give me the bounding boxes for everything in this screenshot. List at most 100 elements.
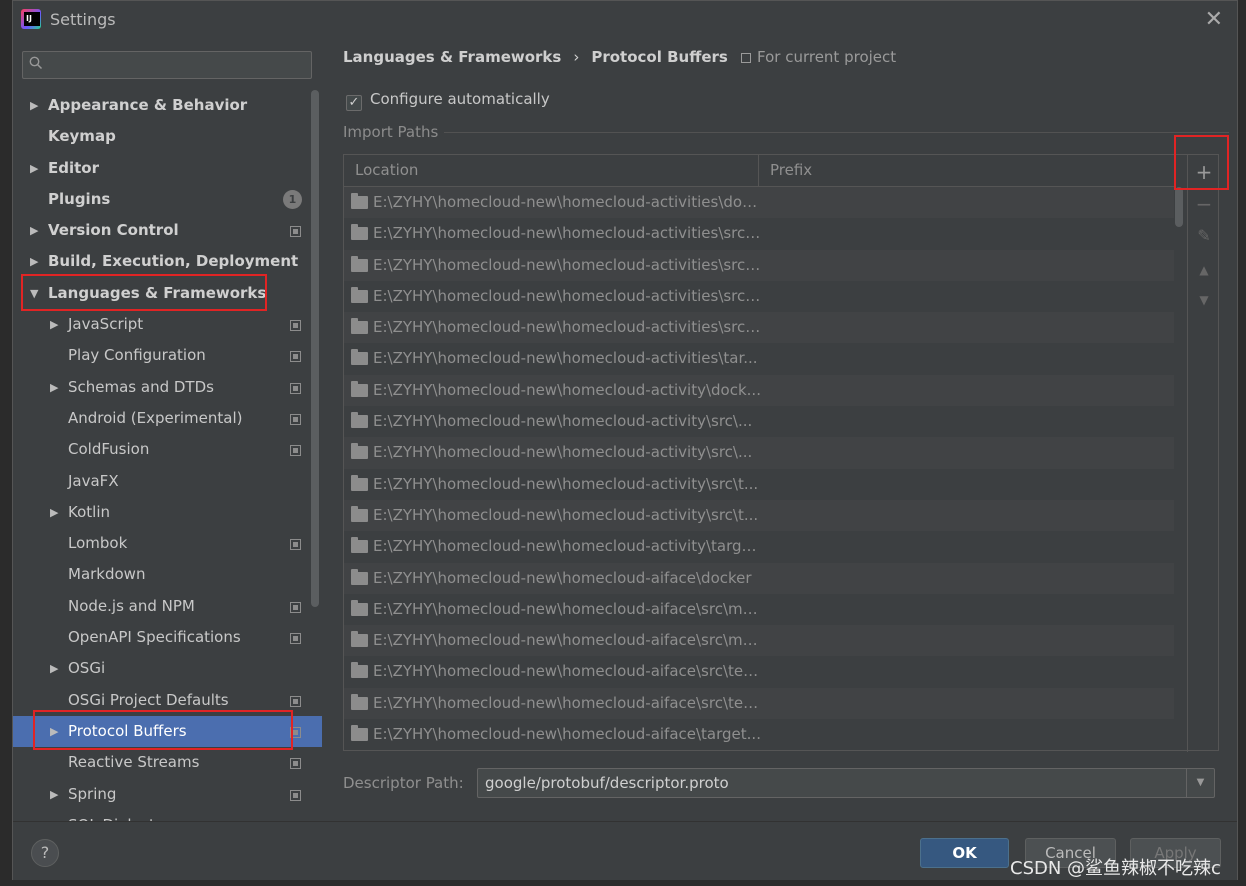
table-row[interactable]: E:\ZYHY\homecloud-new\homecloud-activity…: [344, 468, 1174, 500]
sidebar-scrollbar[interactable]: [311, 90, 319, 607]
intellij-logo-icon: [21, 9, 41, 29]
sidebar-item-lombok[interactable]: Lombok: [13, 528, 322, 559]
column-prefix[interactable]: Prefix: [770, 161, 812, 179]
table-row[interactable]: E:\ZYHY\homecloud-new\homecloud-aiface\s…: [344, 687, 1174, 720]
scope-text: For current project: [757, 48, 897, 66]
table-row[interactable]: E:\ZYHY\homecloud-new\homecloud-activity…: [344, 374, 1174, 407]
chevron-right-icon[interactable]: ▶: [30, 215, 38, 246]
folder-icon: [351, 568, 368, 585]
sidebar-item-kotlin[interactable]: ▶ Kotlin: [13, 497, 322, 528]
move-up-button[interactable]: ▲: [1188, 255, 1220, 285]
section-divider: [444, 132, 1229, 133]
table-row[interactable]: E:\ZYHY\homecloud-new\homecloud-activity…: [344, 406, 1174, 438]
folder-icon: [351, 599, 368, 616]
chevron-right-icon[interactable]: ▶: [50, 309, 58, 340]
sidebar-item-protocol-buffers[interactable]: ▶ Protocol Buffers: [13, 715, 322, 748]
configure-automatically-checkbox[interactable]: ✓: [346, 95, 362, 111]
help-button[interactable]: ?: [31, 839, 59, 867]
folder-icon: [351, 193, 368, 209]
sidebar-item-build-execution-deployment[interactable]: ▶ Build, Execution, Deployment: [13, 246, 322, 277]
table-row[interactable]: E:\ZYHY\homecloud-new\homecloud-activiti…: [344, 280, 1174, 313]
edit-path-button[interactable]: ✎: [1188, 221, 1220, 251]
add-path-button[interactable]: +: [1188, 157, 1220, 187]
sidebar-item-keymap[interactable]: Keymap: [13, 121, 322, 152]
table-row[interactable]: E:\ZYHY\homecloud-new\homecloud-aiface\s…: [344, 656, 1174, 688]
table-scrollbar[interactable]: [1174, 187, 1184, 750]
descriptor-path-input[interactable]: [485, 773, 1175, 793]
sidebar-item-android-experimental[interactable]: Android (Experimental): [13, 403, 322, 434]
sidebar-item-play-configuration[interactable]: Play Configuration: [13, 340, 322, 371]
table-row[interactable]: E:\ZYHY\homecloud-new\homecloud-activiti…: [344, 343, 1174, 375]
table-row[interactable]: E:\ZYHY\homecloud-new\homecloud-activity…: [344, 437, 1174, 469]
sidebar-item-label: Android (Experimental): [68, 408, 243, 427]
folder-icon: [351, 725, 368, 742]
sidebar-item-label: Protocol Buffers: [68, 721, 187, 740]
sidebar-item-label: Markdown: [68, 565, 146, 584]
chevron-right-icon[interactable]: ▶: [50, 716, 58, 747]
sidebar-item-node-js-and-npm[interactable]: Node.js and NPM: [13, 591, 322, 622]
table-row[interactable]: E:\ZYHY\homecloud-new\homecloud-activiti…: [344, 187, 1174, 219]
search-box[interactable]: [22, 51, 312, 79]
sidebar-item-reactive-streams[interactable]: Reactive Streams: [13, 747, 322, 778]
table-row[interactable]: E:\ZYHY\homecloud-new\homecloud-aiface\t…: [344, 719, 1174, 751]
sidebar-item-label: OSGi: [68, 659, 106, 678]
sidebar-item-osgi[interactable]: ▶ OSGi: [13, 653, 322, 684]
table-row[interactable]: E:\ZYHY\homecloud-new\homecloud-aiface\s…: [344, 625, 1174, 657]
table-row[interactable]: E:\ZYHY\homecloud-new\homecloud-activity…: [344, 499, 1174, 532]
table-row[interactable]: E:\ZYHY\homecloud-new\homecloud-activiti…: [344, 249, 1174, 281]
scope-label: For current project: [741, 48, 896, 66]
location-cell: E:\ZYHY\homecloud-new\homecloud-activiti…: [373, 349, 758, 368]
sidebar-item-editor[interactable]: ▶ Editor: [13, 153, 322, 184]
column-location[interactable]: Location: [355, 161, 418, 179]
close-button[interactable]: ✕: [1205, 7, 1223, 32]
sidebar-item-coldfusion[interactable]: ColdFusion: [13, 434, 322, 465]
chevron-right-icon[interactable]: ▶: [30, 90, 38, 121]
chevron-right-icon[interactable]: ▶: [30, 246, 38, 277]
sidebar-item-version-control[interactable]: ▶ Version Control: [13, 215, 322, 246]
move-down-button[interactable]: ▼: [1188, 285, 1220, 315]
chevron-down-icon[interactable]: ▼: [30, 278, 38, 309]
sidebar-item-plugins[interactable]: Plugins 1: [13, 184, 322, 215]
sidebar-item-appearance-behavior[interactable]: ▶ Appearance & Behavior: [13, 90, 322, 121]
sidebar-item-javascript[interactable]: ▶ JavaScript: [13, 309, 322, 340]
column-divider[interactable]: [758, 155, 759, 187]
project-scope-icon: [290, 226, 301, 238]
chevron-right-icon[interactable]: ▶: [50, 653, 58, 684]
sidebar-item-languages-frameworks[interactable]: ▼ Languages & Frameworks: [13, 278, 322, 309]
sidebar-item-javafx[interactable]: JavaFX: [13, 466, 322, 497]
chevron-right-icon[interactable]: ▶: [30, 153, 38, 184]
table-row[interactable]: E:\ZYHY\homecloud-new\homecloud-activiti…: [344, 312, 1174, 344]
table-row[interactable]: E:\ZYHY\homecloud-new\homecloud-aiface\d…: [344, 562, 1174, 594]
ok-button[interactable]: OK: [920, 838, 1009, 868]
sidebar-item-openapi-specifications[interactable]: OpenAPI Specifications: [13, 622, 322, 653]
sidebar-item-markdown[interactable]: Markdown: [13, 559, 322, 590]
chevron-down-icon[interactable]: ▼: [1186, 769, 1214, 797]
sidebar-item-label: Version Control: [48, 221, 179, 240]
chevron-right-icon[interactable]: ▶: [50, 779, 58, 810]
sidebar-item-osgi-project-defaults[interactable]: OSGi Project Defaults: [13, 685, 322, 716]
project-scope-icon: [741, 53, 751, 63]
sidebar-item-schemas-and-dtds[interactable]: ▶ Schemas and DTDs: [13, 372, 322, 403]
table-row[interactable]: E:\ZYHY\homecloud-new\homecloud-activiti…: [344, 218, 1174, 250]
configure-automatically-row[interactable]: ✓ Configure automatically: [346, 90, 550, 111]
chevron-right-icon[interactable]: ▶: [50, 497, 58, 528]
table-header: Location Prefix: [344, 155, 1174, 187]
table-row[interactable]: E:\ZYHY\homecloud-new\homecloud-activity…: [344, 531, 1174, 563]
sidebar-item-label: Lombok: [68, 534, 128, 553]
location-cell: E:\ZYHY\homecloud-new\homecloud-activity…: [373, 474, 759, 493]
sidebar-item-sql-dialects[interactable]: SQL Dialects: [13, 810, 322, 821]
table-row[interactable]: E:\ZYHY\homecloud-new\homecloud-aiface\s…: [344, 593, 1174, 626]
sidebar-item-spring[interactable]: ▶ Spring: [13, 779, 322, 810]
chevron-right-icon[interactable]: ▶: [50, 372, 58, 403]
table-scrollbar-thumb[interactable]: [1175, 187, 1183, 227]
csdn-watermark: CSDN @鲨鱼辣椒不吃辣c: [1010, 858, 1221, 879]
location-cell: E:\ZYHY\homecloud-new\homecloud-activity…: [373, 505, 759, 524]
folder-icon: [351, 318, 368, 335]
remove-path-button[interactable]: −: [1188, 189, 1220, 219]
project-scope-icon: [290, 601, 301, 613]
location-cell: E:\ZYHY\homecloud-new\homecloud-activiti…: [373, 255, 763, 274]
location-cell: E:\ZYHY\homecloud-new\homecloud-aiface\s…: [373, 693, 763, 712]
breadcrumb-parent[interactable]: Languages & Frameworks: [343, 48, 561, 66]
search-input[interactable]: [49, 55, 304, 75]
descriptor-path-combo[interactable]: ▼: [477, 768, 1215, 798]
